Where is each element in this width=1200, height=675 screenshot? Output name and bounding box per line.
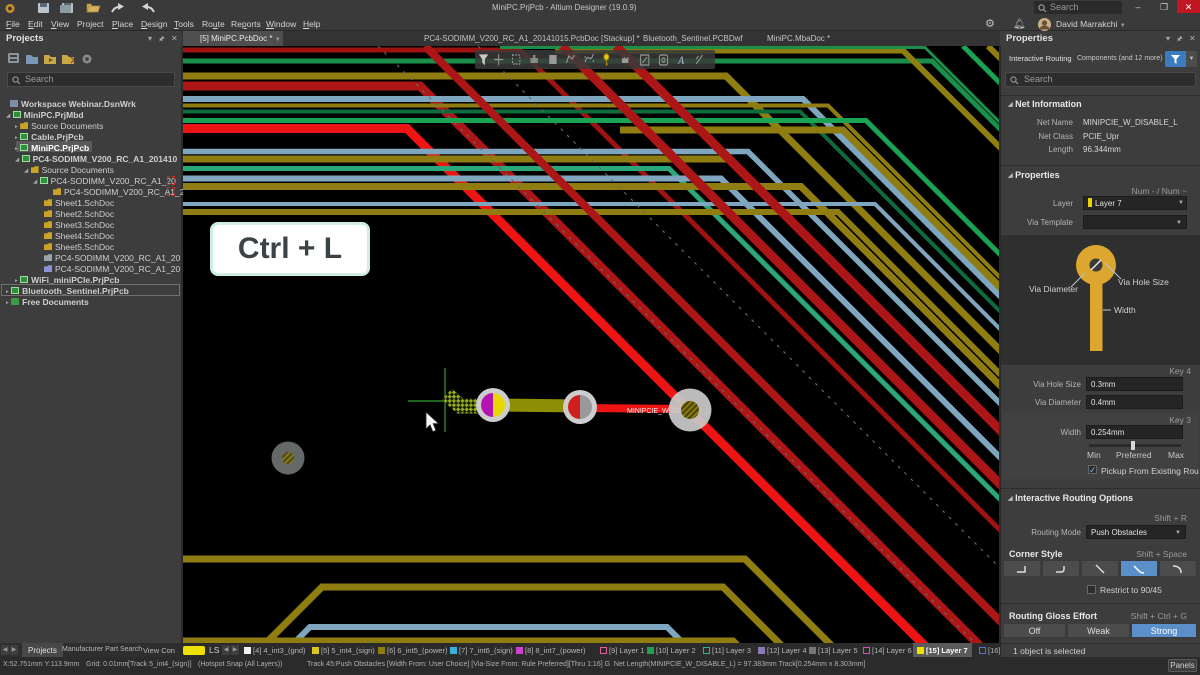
svg-text:Via Hole Size: Via Hole Size xyxy=(1118,277,1169,287)
svg-text:Width: Width xyxy=(1114,305,1136,315)
svg-text:A: A xyxy=(677,54,684,67)
svg-text:Via Diameter: Via Diameter xyxy=(1029,284,1078,294)
